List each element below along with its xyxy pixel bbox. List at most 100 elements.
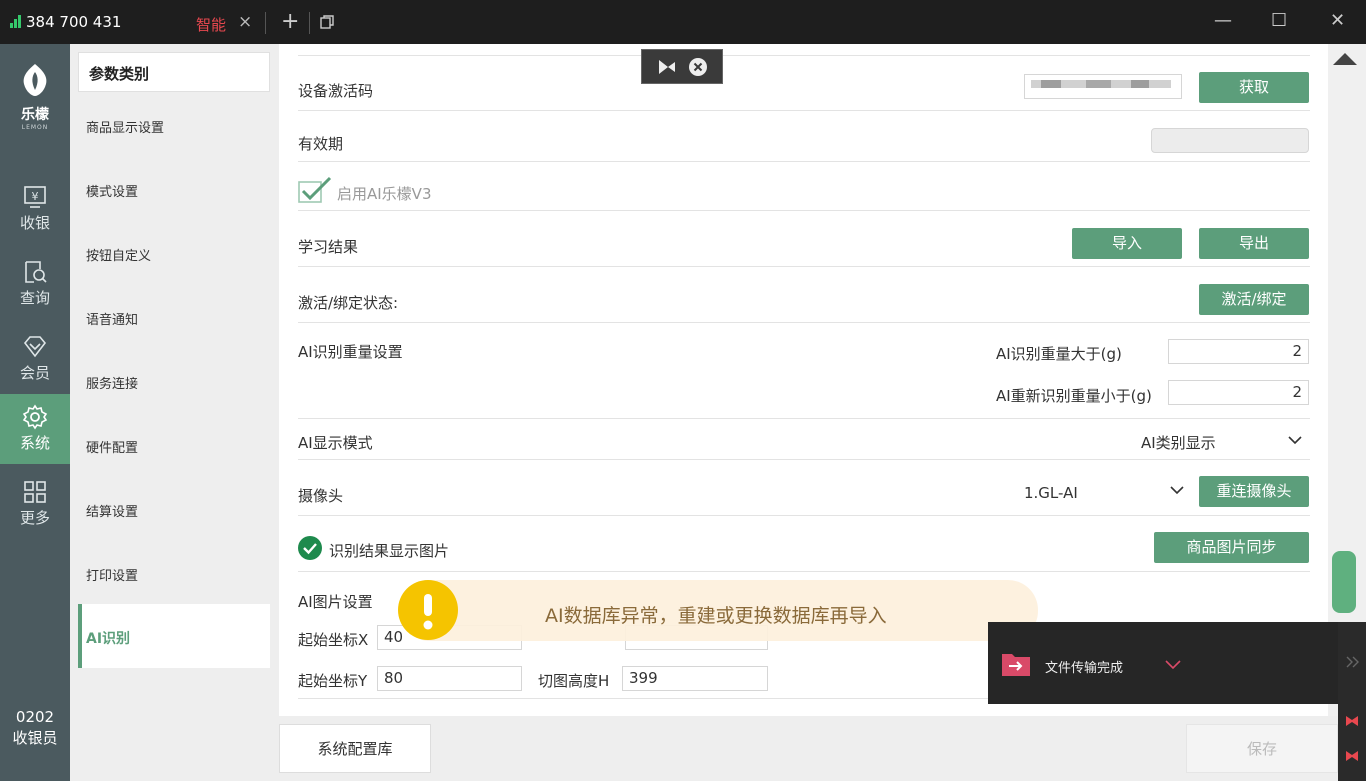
cashier-icon: ¥ — [24, 186, 46, 208]
weight-greater-label: AI识别重量大于(g) — [996, 345, 1122, 363]
display-mode-select[interactable]: AI类别显示 — [1141, 432, 1216, 453]
nav-label: 系统 — [19, 434, 50, 452]
divider — [309, 12, 310, 34]
camera-select[interactable]: 1.GL-AI — [1024, 484, 1078, 502]
warning-icon — [398, 580, 458, 640]
flag-icon[interactable] — [1345, 750, 1359, 762]
import-button[interactable]: 导入 — [1072, 228, 1182, 259]
reweigh-less-label: AI重新识别重量小于(g) — [996, 387, 1152, 405]
chevron-down-icon[interactable] — [1170, 486, 1184, 495]
save-button[interactable]: 保存 — [1186, 724, 1338, 773]
row-bind-status: 激活/绑定状态: 激活/绑定 — [298, 267, 1310, 323]
tab-smart[interactable]: 智能 — [196, 14, 226, 35]
crop-height-input[interactable]: 399 — [622, 666, 768, 691]
category-panel: 参数类别 商品显示设置 模式设置 按钮自定义 语音通知 服务连接 硬件配置 结算… — [70, 44, 279, 781]
reweigh-less-input[interactable]: 2 — [1168, 380, 1309, 405]
minimize-button[interactable]: — — [1214, 10, 1232, 31]
start-x-label: 起始坐标X — [298, 631, 369, 649]
check-circle-icon[interactable] — [298, 536, 322, 560]
start-y-label: 起始坐标Y — [298, 672, 368, 690]
validity-label: 有效期 — [298, 135, 344, 153]
category-item[interactable]: 硬件配置 — [86, 437, 138, 456]
lemon-logo-icon — [23, 64, 47, 96]
activation-code-label: 设备激活码 — [298, 82, 374, 100]
category-item-ai-recognition[interactable]: AI识别 — [78, 604, 270, 668]
maximize-button[interactable]: ☐ — [1271, 10, 1287, 31]
collapse-icon[interactable] — [658, 59, 676, 75]
reconnect-camera-button[interactable]: 重连摄像头 — [1199, 476, 1309, 507]
export-button[interactable]: 导出 — [1199, 228, 1309, 259]
category-item[interactable]: 按钮自定义 — [86, 245, 151, 264]
get-button[interactable]: 获取 — [1199, 72, 1309, 103]
expand-arrows-icon[interactable] — [1346, 656, 1360, 668]
nav-cashier[interactable]: ¥ 收银 — [0, 174, 70, 244]
scroll-thumb[interactable] — [1332, 551, 1356, 613]
category-header: 参数类别 — [78, 52, 270, 92]
sync-product-images-button[interactable]: 商品图片同步 — [1154, 532, 1309, 563]
weight-setting-label: AI识别重量设置 — [298, 343, 403, 361]
bind-status-label: 激活/绑定状态: — [298, 294, 399, 312]
left-navigation: 乐檬 LEMON ¥ 收银 查询 会员 系统 更多 0202 收银员 — [0, 44, 70, 781]
camera-label: 摄像头 — [298, 487, 344, 505]
checkbox-checked-icon[interactable] — [298, 176, 332, 204]
svg-text:¥: ¥ — [32, 190, 39, 203]
nav-query[interactable]: 查询 — [0, 249, 70, 319]
category-item[interactable]: 语音通知 — [86, 309, 138, 328]
nav-label: 更多 — [19, 509, 50, 527]
nav-label: 会员 — [19, 364, 50, 382]
category-item[interactable]: 打印设置 — [86, 565, 138, 584]
row-learning-result: 学习结果 导入 导出 — [298, 211, 1310, 267]
system-config-button[interactable]: 系统配置库 — [279, 724, 431, 773]
weight-greater-input[interactable]: 2 — [1168, 339, 1309, 364]
row-show-image: 识别结果显示图片 商品图片同步 — [298, 516, 1310, 572]
side-flag-panel — [1338, 622, 1366, 781]
nav-system[interactable]: 系统 — [0, 394, 70, 464]
category-item[interactable]: 服务连接 — [86, 373, 138, 392]
category-item[interactable]: 商品显示设置 — [86, 117, 164, 136]
row-weight-setting: AI识别重量设置 AI识别重量大于(g) 2 AI重新识别重量小于(g) 2 — [298, 323, 1310, 419]
cashier-info: 0202 收银员 — [0, 707, 70, 749]
notification-panel — [988, 622, 1338, 704]
show-image-label: 识别结果显示图片 — [329, 542, 450, 560]
phone-number: 384 700 431 — [26, 13, 122, 31]
activation-code-field[interactable] — [1024, 74, 1182, 99]
nav-label: 收银 — [19, 214, 50, 232]
gear-icon — [22, 404, 48, 430]
row-camera: 摄像头 1.GL-AI 重连摄像头 — [298, 460, 1310, 516]
chevron-down-icon[interactable] — [1165, 660, 1181, 670]
app-logo: 乐檬 LEMON — [0, 62, 70, 131]
row-divider-top — [298, 44, 1310, 56]
toast-message: AI数据库异常，重建或更换数据库再导入 — [545, 605, 887, 627]
duplicate-window-icon[interactable] — [320, 15, 334, 29]
signal-icon — [10, 15, 22, 28]
title-bar: 384 700 431 智能 × + — ☐ ✕ — [0, 0, 1366, 44]
nav-more[interactable]: 更多 — [0, 469, 70, 539]
row-enable-ai: 启用AI乐檬V3 — [298, 162, 1310, 211]
vertical-scrollbar[interactable] — [1328, 44, 1366, 716]
close-circle-icon[interactable] — [689, 58, 707, 76]
crop-height-label: 切图高度H — [538, 672, 610, 690]
category-item[interactable]: 模式设置 — [86, 181, 138, 200]
nav-label: 查询 — [19, 289, 50, 307]
start-y-input[interactable]: 80 — [377, 666, 522, 691]
new-tab-icon[interactable]: + — [281, 9, 299, 34]
brand-sub: LEMON — [21, 124, 49, 131]
image-setting-label: AI图片设置 — [298, 593, 373, 611]
cashier-role: 收银员 — [12, 729, 58, 747]
flag-icon[interactable] — [1345, 715, 1359, 727]
row-validity: 有效期 — [298, 111, 1310, 162]
cashier-id: 0202 — [15, 708, 55, 726]
tab-close-icon[interactable]: × — [238, 12, 252, 32]
chevron-down-icon[interactable] — [1288, 436, 1302, 445]
grid-icon — [24, 481, 46, 503]
member-icon — [23, 336, 47, 358]
divider — [265, 12, 266, 34]
close-window-button[interactable]: ✕ — [1330, 10, 1345, 31]
masked-code-icon — [1031, 80, 1171, 88]
validity-field — [1151, 128, 1309, 153]
notification-message: 文件传输完成 — [1045, 661, 1124, 676]
category-item[interactable]: 结算设置 — [86, 501, 138, 520]
scroll-up-icon[interactable] — [1332, 52, 1358, 66]
activate-bind-button[interactable]: 激活/绑定 — [1199, 284, 1309, 315]
nav-member[interactable]: 会员 — [0, 324, 70, 394]
